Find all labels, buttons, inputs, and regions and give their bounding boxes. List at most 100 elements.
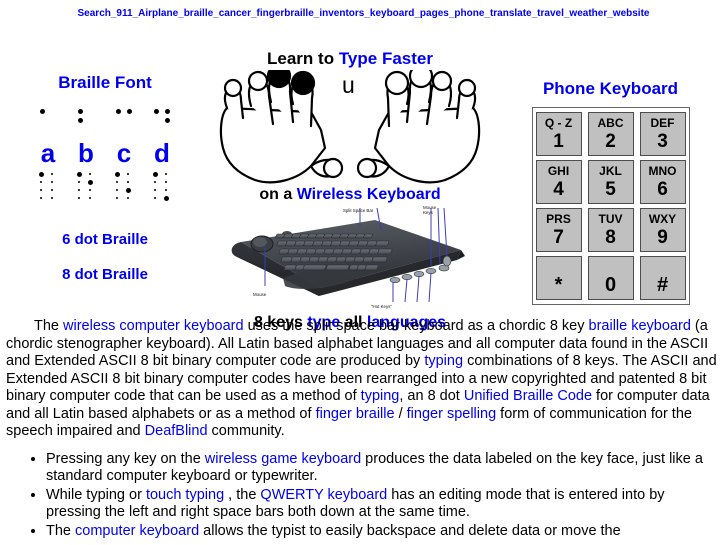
braille-dot: [165, 118, 170, 123]
phone-key-digit: 6: [657, 179, 668, 200]
left-ring-key-circle: [247, 70, 269, 92]
key-row-1: [275, 233, 373, 239]
phone-key-digit: 7: [553, 227, 564, 248]
inline-text: /: [394, 405, 407, 422]
inline-text: allows the typist to easily backspace an…: [199, 522, 621, 539]
article-body: The wireless computer keyboard uses the …: [0, 318, 727, 541]
phone-key-letters: WXY: [648, 212, 677, 226]
key-row-2: [276, 240, 390, 247]
inline-link[interactable]: QWERTY keyboard: [260, 487, 387, 503]
phone-key-letters: JKL: [599, 164, 622, 178]
center-illustration-panel: Learn to Type Faster u on a Wireless Key…: [205, 49, 495, 332]
braille-dot-flat: [40, 189, 42, 191]
inline-link[interactable]: touch typing: [146, 487, 224, 503]
inline-link[interactable]: finger braille: [316, 406, 395, 422]
braille-cell-6dot-a: [36, 107, 60, 133]
phone-key-4[interactable]: GHI 4: [535, 160, 582, 204]
braille-dot-flat: [165, 173, 167, 175]
label-mouse-keys: Mouse Keys: [423, 206, 437, 215]
inline-link[interactable]: typing: [361, 388, 400, 404]
key-row-5-split-space: [283, 264, 379, 271]
braille-font-panel: Braille Font a b c d 6 dot Braille 8 dot…: [0, 73, 210, 283]
headline-plain-text: Learn to: [267, 49, 339, 68]
feature-bullet-list: Pressing any key on the wireless game ke…: [6, 451, 721, 541]
phone-key-digit: 3: [657, 131, 668, 152]
inline-text: The: [46, 522, 76, 539]
braille-dot-flat: [89, 189, 91, 191]
inline-link[interactable]: Unified Braille Code: [464, 388, 592, 404]
header-region: Braille Font a b c d 6 dot Braille 8 dot…: [0, 21, 727, 331]
braille-dot: [165, 109, 170, 114]
braille-dot-flat: [116, 197, 118, 199]
key-row-3: [278, 248, 393, 255]
phone-key-digit: 5: [605, 179, 616, 200]
braille-dot: [78, 118, 83, 123]
phone-key-1[interactable]: Q - Z 1: [535, 112, 582, 156]
inline-link[interactable]: wireless computer keyboard: [63, 318, 244, 334]
phone-keypad: Q - Z 1 ABC 2 DEF 3 GHI 4 JKL 5 MNO 6 PR…: [531, 107, 690, 305]
inline-text: The: [34, 318, 64, 334]
inline-link[interactable]: finger spelling: [407, 406, 496, 422]
label-split-space-bar: Split Space Bar: [343, 208, 374, 213]
braille-dot-raised: [77, 172, 82, 177]
inline-text: , an 8 dot: [399, 388, 464, 404]
phone-key-7[interactable]: PRS 7: [535, 208, 582, 252]
trackball-highlight: [253, 237, 267, 247]
braille-dot-flat: [116, 189, 118, 191]
phone-key-hash[interactable]: #: [639, 256, 686, 300]
inline-text: Pressing any key on the: [46, 450, 205, 467]
braille-dot-flat: [165, 189, 167, 191]
list-item: The computer keyboard allows the typist …: [46, 523, 721, 541]
braille-letters-row: a b c d: [0, 139, 210, 167]
two-hands-diagram: u: [215, 70, 485, 188]
inline-link[interactable]: computer keyboard: [75, 523, 199, 539]
braille-dot-flat: [40, 197, 42, 199]
braille-dot-raised: [88, 180, 93, 185]
braille-dot-flat: [127, 181, 129, 183]
keypad-row: GHI 4 JKL 5 MNO 6: [535, 160, 686, 204]
label-hot-keys: "Hot Keys": [371, 304, 392, 309]
inline-link[interactable]: braille keyboard: [589, 318, 691, 334]
six-dot-braille-label: 6 dot Braille: [62, 231, 148, 248]
inline-link[interactable]: typing: [424, 353, 463, 369]
phone-key-digit: 1: [553, 131, 564, 152]
inline-text: , the: [224, 486, 261, 503]
phone-key-digit: *: [554, 273, 563, 296]
left-space-bar: [302, 264, 327, 271]
braille-dot-flat: [51, 181, 53, 183]
phone-key-9[interactable]: WXY 9: [639, 208, 686, 252]
phone-key-star[interactable]: *: [535, 256, 582, 300]
phone-key-6[interactable]: MNO 6: [639, 160, 686, 204]
braille-dot-flat: [165, 181, 167, 183]
subline-blue-text: Wireless Keyboard: [296, 186, 441, 203]
phone-key-letters: MNO: [648, 164, 677, 178]
right-ring-key-circle: [431, 70, 453, 92]
phone-key-2[interactable]: ABC 2: [587, 112, 634, 156]
phone-key-8[interactable]: TUV 8: [587, 208, 634, 252]
search-keywords-link[interactable]: Search_911_Airplane_braille_cancer_finge…: [78, 8, 650, 19]
phone-key-digit: #: [656, 273, 669, 296]
phone-key-letters: ABC: [597, 116, 624, 130]
braille-dot-flat: [78, 181, 80, 183]
phone-key-3[interactable]: DEF 3: [639, 112, 686, 156]
braille-dot-flat: [40, 181, 42, 183]
right-pinky-key-circle: [457, 78, 477, 98]
phone-key-digit: 0: [604, 273, 617, 296]
top-keyword-bar: Search_911_Airplane_braille_cancer_finge…: [0, 0, 727, 21]
main-paragraph: The wireless computer keyboard uses the …: [6, 318, 721, 441]
eight-dot-braille-label: 8 dot Braille: [62, 266, 148, 283]
braille-dot-flat: [154, 197, 156, 199]
left-pinky-key-circle: [223, 78, 243, 98]
inline-text: While typing or: [46, 486, 146, 503]
phone-key-0[interactable]: 0: [587, 256, 634, 300]
braille-letter-c: c: [116, 138, 132, 168]
inline-link[interactable]: DeafBlind: [145, 423, 208, 439]
braille-cell-6dot-d: [150, 107, 174, 133]
keypad-row: * 0 #: [535, 256, 686, 300]
braille-cell-6dot-c: [112, 107, 136, 133]
phone-keyboard-panel: Phone Keyboard Q - Z 1 ABC 2 DEF 3 GHI 4…: [498, 79, 723, 305]
braille-dot: [154, 109, 159, 114]
inline-link[interactable]: wireless game keyboard: [205, 451, 361, 467]
phone-key-5[interactable]: JKL 5: [587, 160, 634, 204]
six-dot-cell-row: [0, 107, 210, 133]
